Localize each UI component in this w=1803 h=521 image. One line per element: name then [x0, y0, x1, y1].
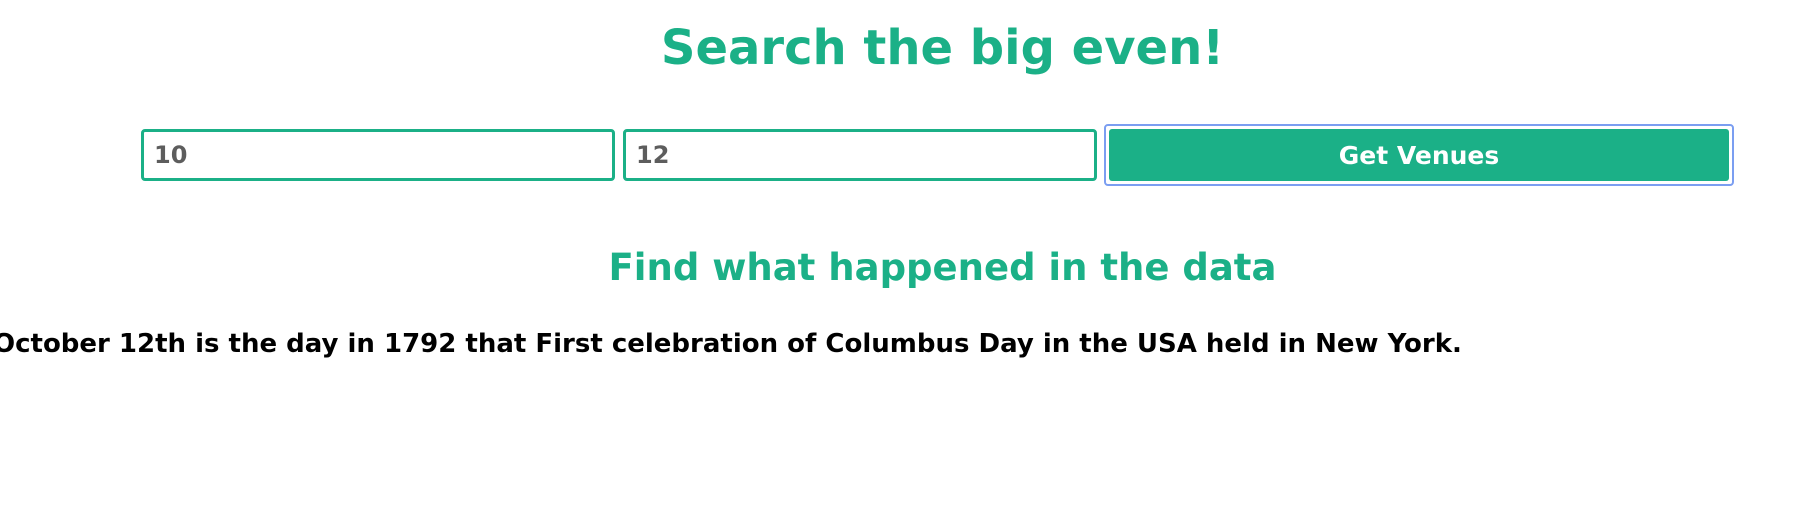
get-venues-button-focus-ring: Get Venues: [1104, 124, 1734, 186]
results-heading: Find what happened in the data: [608, 246, 1277, 289]
month-input[interactable]: [141, 129, 615, 181]
day-input[interactable]: [623, 129, 1097, 181]
page: Search the big even! Get Venues Find wha…: [0, 0, 1803, 521]
result-text: October 12th is the day in 1792 that Fir…: [0, 329, 1462, 359]
page-title: Search the big even!: [660, 20, 1225, 76]
get-venues-button[interactable]: Get Venues: [1109, 129, 1729, 181]
